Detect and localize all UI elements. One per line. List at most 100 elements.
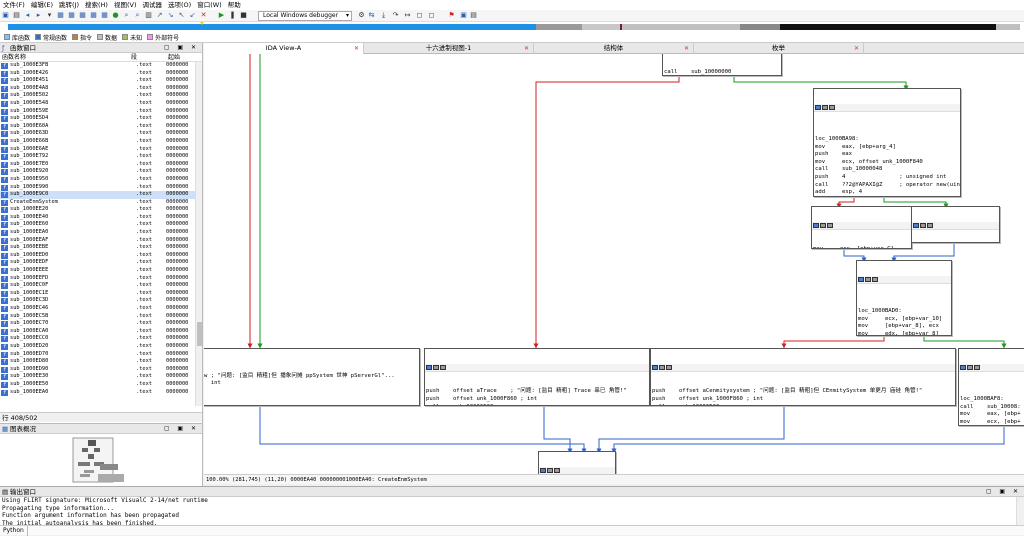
close-icon[interactable]: ✕ xyxy=(854,43,859,54)
step-over-icon[interactable]: ↷ xyxy=(391,11,400,20)
back-icon[interactable]: ◂ xyxy=(23,11,32,20)
nav-icon[interactable]: ▾ xyxy=(45,11,54,20)
pause-icon[interactable]: ❚ xyxy=(228,11,237,20)
search-text-icon[interactable]: ⌕ xyxy=(133,11,142,20)
code-line[interactable]: call sub_10000000 xyxy=(664,69,780,76)
function-row[interactable]: fsub_1000E9C0.text0000000 xyxy=(0,191,196,199)
close-icon[interactable]: ✕ xyxy=(354,43,359,54)
debugger-select[interactable]: Local Windows debugger ▾ xyxy=(258,11,352,21)
function-row[interactable]: fsub_1000E426.text0000000 xyxy=(0,70,196,78)
tab-hex-view[interactable]: 十六进制视图-1 ✕ xyxy=(364,43,534,54)
function-row[interactable]: fsub_1000E59E.text0000000 xyxy=(0,108,196,116)
code-line[interactable]: push eax xyxy=(815,151,959,159)
menu-item[interactable]: 文件(F) xyxy=(0,0,28,10)
code-line[interactable]: push offset aCenmitysystem ; "问题: [监目 精粗… xyxy=(652,388,954,396)
code-line[interactable]: push 4 ; unsigned int xyxy=(815,174,959,182)
play-icon[interactable]: ▶ xyxy=(217,11,226,20)
function-row[interactable]: fsub_1000E792.text0000000 xyxy=(0,153,196,161)
forward-icon[interactable]: ▸ xyxy=(34,11,43,20)
arrow-icon[interactable]: ↗ xyxy=(155,11,164,20)
segments-icon[interactable]: ▦ xyxy=(56,11,65,20)
code-line[interactable]: call sub_10000048 xyxy=(815,166,959,174)
code-line[interactable]: push offset aTrace ; "问题: [监目 精粗] Trace … xyxy=(426,388,648,396)
function-row[interactable]: fsub_1000EE50.text0000000 xyxy=(0,381,196,389)
close-icon[interactable]: ✕ xyxy=(199,11,208,20)
code-line[interactable]: loc_1000BA98: xyxy=(815,136,959,144)
code-line[interactable] xyxy=(960,388,1024,396)
python-label[interactable]: Python xyxy=(0,526,28,536)
window-controls[interactable]: ▢ ▣ ✕ xyxy=(164,424,199,434)
code-line[interactable]: push offset unk_1000F860 ; int xyxy=(426,396,648,404)
function-row[interactable]: fsub_1000E63D.text0000000 xyxy=(0,130,196,138)
function-row[interactable]: fsub_1000EC5B.text0000000 xyxy=(0,313,196,321)
code-line[interactable]: loc_1000BAD0: xyxy=(858,308,950,316)
graph-icon[interactable]: ▣ xyxy=(459,11,468,20)
code-block-loc-1000baf8[interactable]: loc_1000BAF8:call sub_10008:mov eax, [eb… xyxy=(958,348,1024,426)
function-row[interactable]: fsub_1000EEA0.text0000000 xyxy=(0,389,196,397)
column-segment[interactable]: 段 xyxy=(131,53,168,61)
code-block-trace[interactable]: push offset aTrace ; "问题: [监目 精粗] Trace … xyxy=(424,348,650,406)
column-start[interactable]: 起始 xyxy=(168,53,198,61)
function-row[interactable]: fsub_1000EE60.text0000000 xyxy=(0,221,196,229)
column-function-name[interactable]: 函数名称 xyxy=(0,53,131,61)
function-row[interactable]: fsub_1000E990.text0000000 xyxy=(0,184,196,192)
flag-icon[interactable]: ⚑ xyxy=(447,11,456,20)
function-row[interactable]: fsub_1000EC46.text0000000 xyxy=(0,305,196,313)
function-row[interactable]: fsub_1000ED20.text0000000 xyxy=(0,343,196,351)
function-row[interactable]: fsub_1000EC3D.text0000000 xyxy=(0,297,196,305)
check-icon[interactable]: ● xyxy=(111,11,120,20)
code-block-loc-1000b810[interactable]: loc_1000B810: xyxy=(538,451,616,474)
function-row[interactable]: fsub_1000E950.text0000000 xyxy=(0,176,196,184)
function-row[interactable]: fsub_1000E451.text0000000 xyxy=(0,77,196,85)
graph-view[interactable]: call sub_10000000test eax, eaxjnz short … xyxy=(204,54,1024,474)
function-row[interactable]: fsub_1000EE20.text0000000 xyxy=(0,206,196,214)
tab-ida-view-a[interactable]: IDA View-A ✕ xyxy=(204,43,364,54)
menu-item[interactable]: 调试器 xyxy=(140,0,166,10)
functions-icon[interactable]: ▦ xyxy=(67,11,76,20)
scroll-thumb[interactable] xyxy=(197,322,202,346)
breakpoint-icon[interactable]: ◻ xyxy=(415,11,424,20)
function-row[interactable]: fsub_1000E5D4.text0000000 xyxy=(0,115,196,123)
attach-icon[interactable]: ⇆ xyxy=(367,11,376,20)
names-icon[interactable]: ▦ xyxy=(78,11,87,20)
code-block-enmity-system[interactable]: push offset aCenmitysystem ; "问题: [监目 精粗… xyxy=(650,348,956,406)
function-row[interactable]: fsub_1000E7E0.text0000000 xyxy=(0,161,196,169)
code-line[interactable] xyxy=(204,365,418,373)
close-icon[interactable]: ✕ xyxy=(684,43,689,54)
imports-icon[interactable]: ▦ xyxy=(100,11,109,20)
function-row[interactable]: fsub_1000E548.text0000000 xyxy=(0,100,196,108)
window-controls[interactable]: ▢ ▣ ✕ xyxy=(986,487,1021,497)
function-row[interactable]: fsub_1000EEFD.text0000000 xyxy=(0,275,196,283)
code-block-top[interactable]: call sub_10000000test eax, eaxjnz short … xyxy=(662,54,782,76)
run-to-icon[interactable]: ↦ xyxy=(403,11,412,20)
code-line[interactable] xyxy=(815,128,959,136)
hex-icon[interactable]: ▥ xyxy=(144,11,153,20)
arrow-icon[interactable]: ↘ xyxy=(166,11,175,20)
code-line[interactable]: call ??2@YAPAXI@Z ; operator new(uint) xyxy=(815,182,959,190)
arrow-icon[interactable]: ↖ xyxy=(177,11,186,20)
menu-item[interactable]: 跳转(J) xyxy=(56,0,82,10)
save-icon[interactable]: ▤ xyxy=(12,11,21,20)
function-row[interactable]: fsub_1000ED90.text0000000 xyxy=(0,366,196,374)
function-row[interactable]: fsub_1000E4A8.text0000000 xyxy=(0,85,196,93)
code-line[interactable]: call sub_10006560 xyxy=(652,404,954,406)
code-block-call-bb20[interactable]: mov ecx, [ebp+var_C]call sub_1000BB20mov… xyxy=(811,206,912,249)
function-row[interactable]: fsub_1000E3FB.text0000000 xyxy=(0,62,196,70)
code-line[interactable]: mov ecx, [ebp+ xyxy=(960,419,1024,426)
function-row[interactable]: fsub_1000E66B.text0000000 xyxy=(0,138,196,146)
function-row[interactable]: fsub_1000EEEE.text0000000 xyxy=(0,267,196,275)
function-row[interactable]: fsub_1000EE40.text0000000 xyxy=(0,214,196,222)
function-row[interactable]: fsub_1000EC1E.text0000000 xyxy=(0,290,196,298)
code-line[interactable]: mov eax, [ebp+arg_4] xyxy=(815,144,959,152)
menu-item[interactable]: 选项(O) xyxy=(165,0,194,10)
code-line[interactable]: mov edx, [ebp+var_8] xyxy=(858,331,950,336)
code-block-loc-1000bad0[interactable]: loc_1000BAD0:mov ecx, [ebp+var_10]mov [e… xyxy=(856,260,952,336)
menu-item[interactable]: 窗口(W) xyxy=(194,0,225,10)
code-block-loc-1000ba98[interactable]: loc_1000BA98:mov eax, [ebp+arg_4]push ea… xyxy=(813,88,961,197)
function-row[interactable]: fsub_1000EEAF.text0000000 xyxy=(0,237,196,245)
strings-icon[interactable]: ▦ xyxy=(89,11,98,20)
list-icon[interactable]: ▤ xyxy=(469,11,478,20)
function-row[interactable]: fsub_1000E6AE.text0000000 xyxy=(0,146,196,154)
code-line[interactable]: loc_1000BAF8: xyxy=(960,396,1024,404)
code-line[interactable]: mov ecx, [ebp+var_C] xyxy=(813,246,910,249)
